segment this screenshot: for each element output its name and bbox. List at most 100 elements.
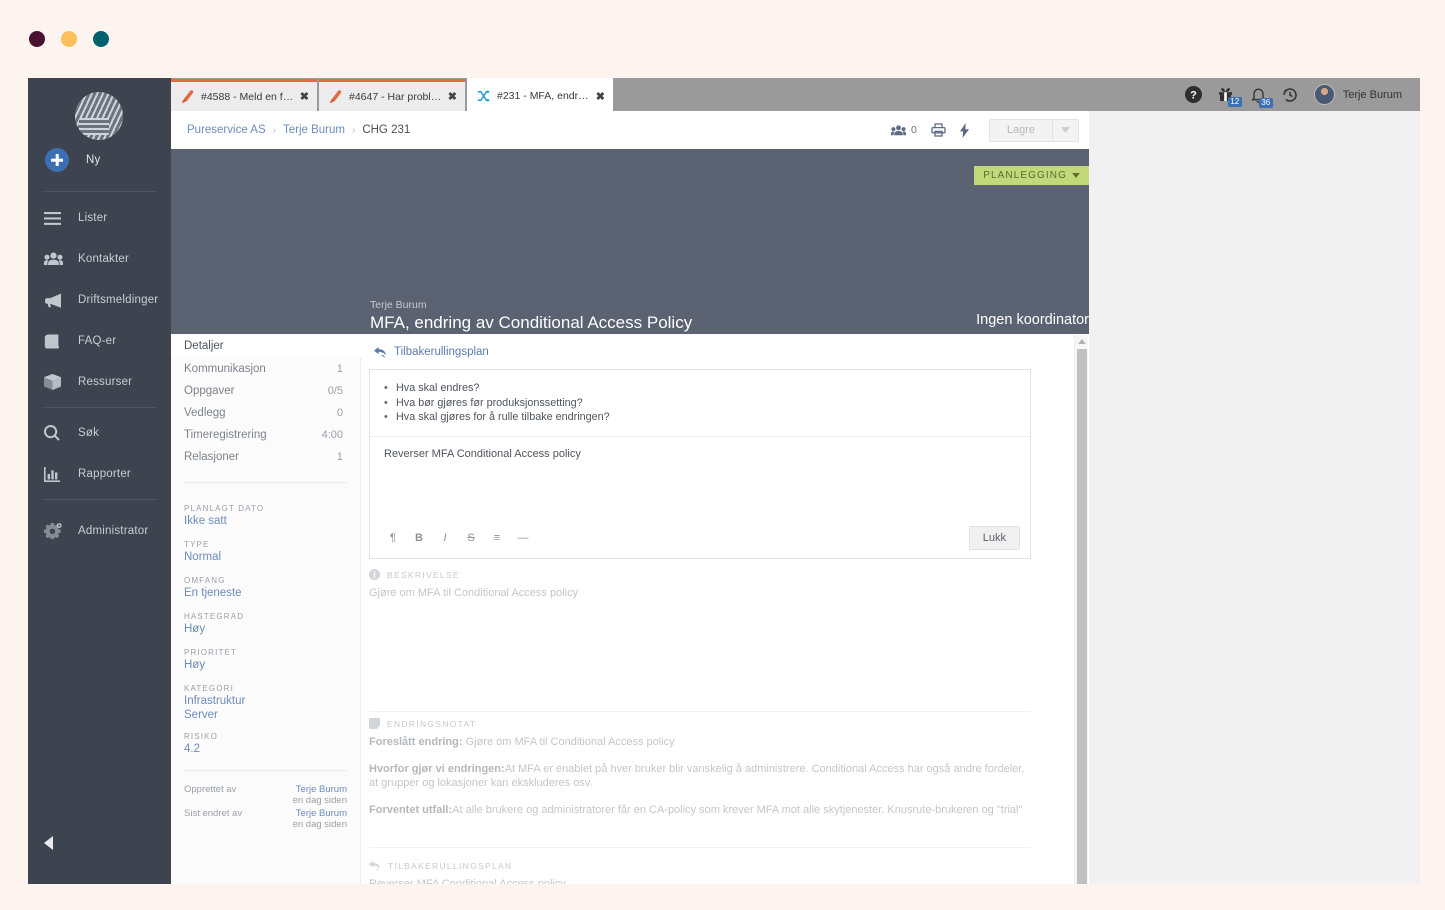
print-button[interactable] bbox=[931, 123, 946, 137]
main-page: Pureservice AS › Terje Burum › CHG 231 0… bbox=[171, 111, 1089, 884]
tab-close-button[interactable]: ✖ bbox=[300, 90, 309, 103]
bold-icon[interactable]: B bbox=[406, 526, 432, 550]
book-icon bbox=[44, 334, 70, 349]
created-by-value: Terje Burum en dag siden bbox=[293, 784, 347, 806]
content-scrollbar[interactable] bbox=[1074, 335, 1088, 884]
modified-by-name[interactable]: Terje Burum bbox=[293, 808, 347, 819]
sidebar-item-administrator[interactable]: Administrator bbox=[28, 511, 171, 551]
detail-tab-label: Kommunikasjon bbox=[184, 363, 337, 375]
paragraph-icon[interactable]: ¶ bbox=[380, 526, 406, 550]
italic-icon[interactable]: I bbox=[432, 526, 458, 550]
breadcrumb-org[interactable]: Pureservice AS bbox=[187, 124, 266, 136]
section-label: ENDRINGSNOTAT bbox=[387, 719, 476, 729]
followers-button[interactable]: 0 bbox=[891, 124, 917, 136]
tab-title: #231 - MFA, endring av … bbox=[497, 90, 590, 102]
tab-231[interactable]: #231 - MFA, endring av … ✖ bbox=[467, 78, 613, 111]
tab-close-button[interactable]: ✖ bbox=[448, 90, 457, 103]
meta-value[interactable]: Ikke satt bbox=[184, 515, 264, 529]
new-item-button[interactable]: Ny bbox=[28, 138, 171, 182]
meta-value-2[interactable]: Server bbox=[184, 709, 245, 723]
change-note-bold-1: Foreslått endring: bbox=[369, 736, 463, 748]
bell-icon[interactable]: 36 bbox=[1251, 87, 1266, 103]
quick-actions-button[interactable] bbox=[960, 123, 969, 138]
modified-by-row: Sist endret av Terje Burum en dag siden bbox=[184, 808, 347, 830]
section-tilbakerullingsplan: TILBAKERULLINGSPLAN Reverser MFA Conditi… bbox=[369, 861, 1031, 884]
meta-value[interactable]: Høy bbox=[184, 623, 244, 637]
megaphone-icon bbox=[44, 293, 70, 308]
gears-icon bbox=[44, 523, 70, 539]
plus-icon bbox=[45, 148, 69, 172]
meta-label: TYPE bbox=[184, 540, 221, 549]
sidebar-item-faq[interactable]: FAQ-er bbox=[28, 321, 171, 361]
tab-title: #4647 - Har problemer … bbox=[349, 91, 442, 103]
detail-tab-timeregistrering[interactable]: Timeregistrering 4:00 bbox=[171, 424, 361, 446]
sidebar-item-rapporter[interactable]: Rapporter bbox=[28, 454, 171, 494]
history-icon[interactable] bbox=[1282, 87, 1298, 103]
chart-icon bbox=[44, 467, 70, 482]
close-window-button[interactable] bbox=[29, 31, 45, 47]
ticket-coordinator[interactable]: Ingen koordinator bbox=[976, 312, 1089, 328]
scroll-up-arrow-icon[interactable] bbox=[1078, 339, 1086, 344]
sidebar-item-ressurser[interactable]: Ressurser bbox=[28, 362, 171, 402]
meta-value[interactable]: Infrastruktur bbox=[184, 695, 245, 709]
sidebar-collapse-button[interactable] bbox=[28, 826, 171, 860]
editor-heading-label: Tilbakerullingsplan bbox=[394, 346, 489, 358]
detail-tab-label: Relasjoner bbox=[184, 451, 337, 463]
created-by-name[interactable]: Terje Burum bbox=[293, 784, 347, 795]
gift-icon[interactable]: 12 bbox=[1218, 87, 1235, 102]
meta-value[interactable]: Høy bbox=[184, 659, 237, 673]
save-button-group: Lagre bbox=[989, 119, 1079, 142]
detail-tab-count: 0 bbox=[337, 407, 343, 419]
sidebar-item-driftsmeldinger[interactable]: Driftsmeldinger bbox=[28, 280, 171, 320]
sidebar-item-label: Søk bbox=[78, 427, 99, 439]
sidebar-item-sok[interactable]: Søk bbox=[28, 413, 171, 453]
detail-tab-vedlegg[interactable]: Vedlegg 0 bbox=[171, 402, 361, 424]
meta-planlagt-dato: PLANLAGT DATO Ikke satt bbox=[184, 504, 264, 529]
sidebar-item-label: Kontakter bbox=[78, 253, 129, 265]
followers-count: 0 bbox=[911, 124, 917, 136]
tab-4588[interactable]: #4588 - Meld en feil > F… ✖ bbox=[171, 79, 317, 111]
meta-risiko: RISIKO 4.2 bbox=[184, 732, 218, 757]
rollback-plan-editor: Hva skal endres? Hva bør gjøres før prod… bbox=[369, 369, 1031, 559]
section-divider-2 bbox=[369, 847, 1031, 848]
detail-tab-oppgaver[interactable]: Oppgaver 0/5 bbox=[171, 380, 361, 402]
pureservice-logo[interactable] bbox=[75, 92, 124, 141]
change-note-bold-2: Hvorfor gjør vi endringen: bbox=[369, 763, 505, 775]
meta-value[interactable]: En tjeneste bbox=[184, 587, 242, 601]
modified-by-value: Terje Burum en dag siden bbox=[293, 808, 347, 830]
breadcrumb-user[interactable]: Terje Burum bbox=[283, 124, 345, 136]
detail-tab-detaljer[interactable]: Detaljer bbox=[171, 334, 361, 358]
scrollbar-thumb[interactable] bbox=[1077, 349, 1087, 884]
chevron-down-icon[interactable] bbox=[1052, 120, 1078, 141]
help-icon[interactable]: ? bbox=[1185, 86, 1202, 103]
meta-type: TYPE Normal bbox=[184, 540, 221, 565]
detail-tab-kommunikasjon[interactable]: Kommunikasjon 1 bbox=[171, 358, 361, 380]
save-button[interactable]: Lagre bbox=[990, 120, 1052, 141]
sidebar-item-kontakter[interactable]: Kontakter bbox=[28, 239, 171, 279]
minimize-window-button[interactable] bbox=[61, 31, 77, 47]
modified-by-when: en dag siden bbox=[293, 819, 347, 830]
tab-4647[interactable]: #4647 - Har problemer … ✖ bbox=[319, 79, 465, 111]
detail-tab-label: Timeregistrering bbox=[184, 429, 322, 441]
list-icon[interactable]: ≡ bbox=[484, 526, 510, 550]
editor-toolbar: ¶ B I S ≡ — Lukk bbox=[370, 518, 1030, 558]
incident-icon bbox=[181, 90, 195, 104]
meta-value[interactable]: 4.2 bbox=[184, 743, 218, 757]
user-menu[interactable]: Terje Burum bbox=[1314, 84, 1402, 105]
search-icon bbox=[44, 425, 70, 441]
detail-tab-label: Detaljer bbox=[184, 340, 343, 352]
meta-label: HASTEGRAD bbox=[184, 612, 244, 621]
tab-close-button[interactable]: ✖ bbox=[596, 90, 605, 103]
horizontal-rule-icon[interactable]: — bbox=[510, 526, 536, 550]
status-badge[interactable]: PLANLEGGING bbox=[974, 166, 1089, 185]
created-by-row: Opprettet av Terje Burum en dag siden bbox=[184, 784, 347, 806]
detail-tab-count: 0/5 bbox=[328, 385, 343, 397]
close-editor-button[interactable]: Lukk bbox=[969, 526, 1020, 550]
detail-tab-relasjoner[interactable]: Relasjoner 1 bbox=[171, 446, 361, 468]
maximize-window-button[interactable] bbox=[93, 31, 109, 47]
sidebar-item-lister[interactable]: Lister bbox=[28, 198, 171, 238]
section-divider-1 bbox=[369, 711, 1031, 712]
section-header: TILBAKERULLINGSPLAN bbox=[369, 861, 1031, 871]
meta-value[interactable]: Normal bbox=[184, 551, 221, 565]
strikethrough-icon[interactable]: S bbox=[458, 526, 484, 550]
